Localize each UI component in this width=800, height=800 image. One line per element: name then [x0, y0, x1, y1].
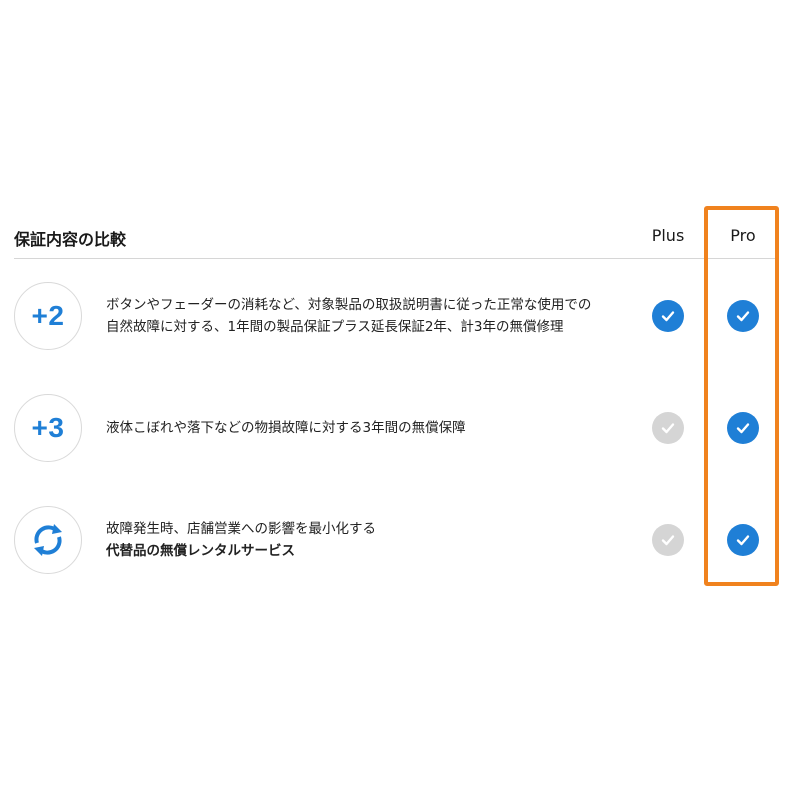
- pro-check-icon: [727, 524, 759, 556]
- sync-arrows-icon: [34, 524, 62, 556]
- badge-label: +3: [31, 412, 65, 443]
- row-description: 液体こぼれや落下などの物損故障に対する3年間の無償保障: [106, 417, 626, 439]
- plus-check-icon: [652, 412, 684, 444]
- coverage-badge: +2: [14, 282, 82, 350]
- coverage-badge: [14, 506, 82, 574]
- row-description: 故障発生時、店舗営業への影響を最小化する 代替品の無償レンタルサービス: [106, 518, 626, 562]
- column-header-plus: Plus: [651, 226, 685, 245]
- description-line: 故障発生時、店舗営業への影響を最小化する: [106, 521, 376, 537]
- row-description: ボタンやフェーダーの消耗など、対象製品の取扱説明書に従った正常な使用での 自然故…: [106, 294, 626, 338]
- description-line-bold: 代替品の無償レンタルサービス: [106, 543, 295, 559]
- comparison-row: +2 ボタンやフェーダーの消耗など、対象製品の取扱説明書に従った正常な使用での …: [14, 282, 778, 362]
- description-line: 自然故障に対する、1年間の製品保証プラス延長保証2年、計3年の無償修理: [106, 319, 564, 335]
- column-header-pro: Pro: [730, 226, 756, 245]
- description-line: 液体こぼれや落下などの物損故障に対する3年間の無償保障: [106, 420, 466, 436]
- pro-check-icon: [727, 412, 759, 444]
- comparison-row: +3 液体こぼれや落下などの物損故障に対する3年間の無償保障: [14, 394, 778, 474]
- pro-check-icon: [727, 300, 759, 332]
- plus-check-icon: [652, 524, 684, 556]
- comparison-row: 故障発生時、店舗営業への影響を最小化する 代替品の無償レンタルサービス: [14, 506, 778, 586]
- plus-check-icon: [652, 300, 684, 332]
- section-title: 保証内容の比較: [14, 230, 127, 249]
- badge-label: +2: [31, 300, 65, 331]
- warranty-comparison: 保証内容の比較 Plus Pro +2 ボタンやフェーダーの消耗など、対象製品の…: [14, 210, 778, 590]
- description-line: ボタンやフェーダーの消耗など、対象製品の取扱説明書に従った正常な使用での: [106, 297, 592, 313]
- coverage-badge: +3: [14, 394, 82, 462]
- header-divider: [14, 258, 778, 259]
